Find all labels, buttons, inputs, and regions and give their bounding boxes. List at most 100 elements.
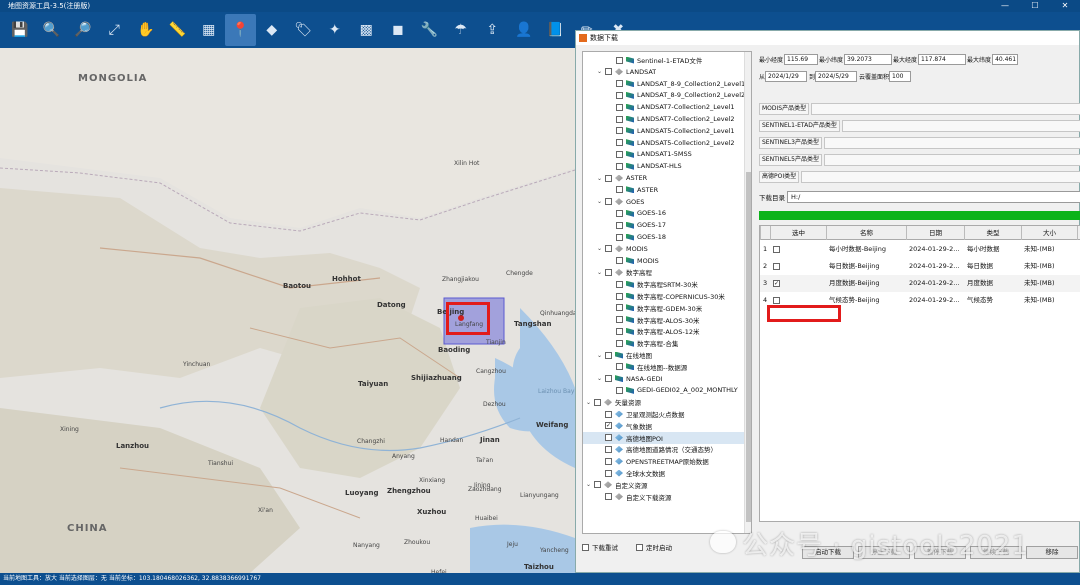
tree-item[interactable]: ASTER [583,184,745,196]
tree-item[interactable]: GEDI-GEDI02_A_002_MONTHLY [583,384,745,396]
column-header[interactable]: 类型 [964,226,1021,240]
tree-checkbox[interactable] [616,139,623,147]
layer-select-icon[interactable]: ▦ [193,14,225,46]
tree-checkbox[interactable] [605,410,612,418]
tree-item[interactable]: LANDSAT7-Collection2_Level1 [583,101,745,113]
tree-item[interactable]: 数字高程-COPERNICUS-30米 [583,290,745,302]
product-type-select[interactable] [811,102,1080,115]
tree-item[interactable]: 高德地图POI [583,431,745,444]
tree-checkbox[interactable] [605,493,612,501]
tree-item[interactable]: 卫星观测起火点数据 [583,408,745,420]
minimize-button[interactable]: — [990,0,1020,12]
tree-checkbox[interactable] [594,481,601,489]
from-date-picker[interactable]: 2024/1/29 [765,70,808,82]
tree-item[interactable]: 数字高程SRTM-30米 [583,278,745,290]
tree-item[interactable]: 高德地图道路情况（交通态势） [583,443,745,455]
max-lat-input[interactable]: 40.461 [992,53,1019,65]
tree-checkbox[interactable] [605,375,612,383]
cloud-download-icon[interactable]: ☂ [445,14,477,46]
wrench-settings-icon[interactable]: 🔧 [414,14,446,46]
tree-checkbox[interactable] [616,292,623,300]
row-checkbox[interactable] [773,262,780,270]
grid-icon[interactable]: ▩ [351,14,383,46]
tree-item[interactable]: ⌄ ASTER [583,172,745,184]
tree-item[interactable]: ⌄ NASA-GEDI [583,373,745,385]
tree-checkbox[interactable] [616,162,623,170]
column-header[interactable] [760,226,770,240]
column-header[interactable]: 大小 [1021,226,1077,240]
table-row[interactable]: 1 每小时数据-Beijing 2024-01-29-2... 每小时数据 未知-(MB… [760,241,1080,258]
tree-item[interactable]: ⌄ 在线地图 [583,349,745,361]
tree-item[interactable]: ⌄ MODIS [583,243,745,255]
expand-toggle-icon[interactable]: ⌄ [596,245,603,252]
tree-checkbox[interactable] [616,56,623,64]
tree-checkbox[interactable] [616,186,623,194]
table-row[interactable]: 2每日数据-Beijing2024-01-29-2...每日数据未知-(MB)0 [760,258,1080,275]
product-type-select[interactable] [823,153,1080,166]
min-lon-input[interactable]: 115.69 [784,53,819,65]
expand-toggle-icon[interactable]: ⌄ [596,269,603,276]
tree-item[interactable]: LANDSAT7-Collection2_Level2 [583,113,745,125]
tree-item[interactable]: OPENSTREETMAP原始数据 [583,455,745,467]
tree-checkbox[interactable] [616,316,623,324]
tree-checkbox[interactable] [616,327,623,335]
expand-toggle-icon[interactable]: ⌄ [585,481,592,488]
full-extent-icon[interactable]: ⤢ [99,14,131,46]
tree-item[interactable]: ⌄ 自定义资源 [583,479,745,491]
zoom-out-icon[interactable]: 🔎 [67,14,99,46]
tree-item[interactable]: 数字高程-ALOS-30米 [583,314,745,326]
tree-item[interactable]: LANDSAT-HLS [583,160,745,172]
tree-checkbox[interactable] [605,434,612,442]
tree-item[interactable]: LANDSAT_8-9_Collection2_Level1 [583,78,745,90]
tree-item[interactable]: GOES-16 [583,207,745,219]
tree-item[interactable]: 自定义下载资源 [583,491,745,503]
tree-checkbox[interactable] [615,80,623,88]
row-checkbox[interactable]: ✓ [773,279,780,287]
expand-toggle-icon[interactable]: ⌄ [596,198,603,205]
tree-checkbox[interactable] [616,115,623,123]
tree-checkbox[interactable] [616,233,623,241]
to-date-picker[interactable]: 2024/5/29 [815,70,858,82]
tree-scrollbar[interactable] [744,52,751,533]
product-type-select[interactable] [823,136,1080,149]
table-row[interactable]: 3 ✓ 月度数据-Beijing 2024-01-29-2... 月度数据 未知-(MB)… [760,275,1080,292]
column-header[interactable]: 名称 [826,226,906,240]
tree-checkbox[interactable] [605,268,612,276]
tree-checkbox[interactable] [616,127,623,135]
expand-toggle-icon[interactable]: ⌄ [585,399,592,406]
column-header[interactable]: 日期 [906,226,964,240]
cloud-cover-input[interactable]: 100 [889,70,912,82]
zoom-in-icon[interactable]: 🔍 [36,14,68,46]
tree-checkbox[interactable] [616,339,623,347]
tree-item[interactable]: MODIS [583,255,745,267]
max-lon-input[interactable]: 117.874 [918,53,967,65]
product-type-select[interactable] [841,119,1080,132]
tree-checkbox[interactable] [605,469,612,477]
expand-toggle-icon[interactable]: ⌄ [596,175,603,182]
tree-checkbox[interactable] [616,280,623,288]
tree-item[interactable]: 数字高程-合集 [583,337,745,349]
tree-checkbox[interactable] [605,445,612,453]
tree-item[interactable]: ⌄ 数字高程 [583,266,745,278]
tree-item[interactable]: GOES-17 [583,219,745,231]
tree-checkbox[interactable] [605,68,612,76]
tree-item[interactable]: ⌄ LANDSAT [583,66,745,78]
tree-item[interactable]: LANDSAT1-5MSS [583,148,745,160]
tree-checkbox[interactable] [616,386,623,394]
save-icon[interactable]: 💾 [4,14,36,46]
tree-checkbox[interactable] [605,457,612,465]
region-marker-icon[interactable]: 📍 [224,14,256,46]
tree-checkbox[interactable] [616,257,623,265]
tree-checkbox[interactable] [616,103,623,111]
tree-checkbox[interactable] [616,363,623,371]
download-dir-input[interactable]: H:/ [787,190,1080,203]
expand-toggle-icon[interactable]: ⌄ [596,352,603,359]
measure-ruler-icon[interactable]: 📏 [162,14,194,46]
tag-icon[interactable]: 🏷 [288,14,320,46]
tree-checkbox[interactable] [605,245,612,253]
tree-checkbox[interactable] [616,221,623,229]
expand-toggle-icon[interactable]: ⌄ [596,375,603,382]
close-button[interactable]: ✕ [1050,0,1080,12]
column-header[interactable]: 选中 [770,226,826,240]
tree-item[interactable]: 数字高程-ALOS-12米 [583,325,745,337]
